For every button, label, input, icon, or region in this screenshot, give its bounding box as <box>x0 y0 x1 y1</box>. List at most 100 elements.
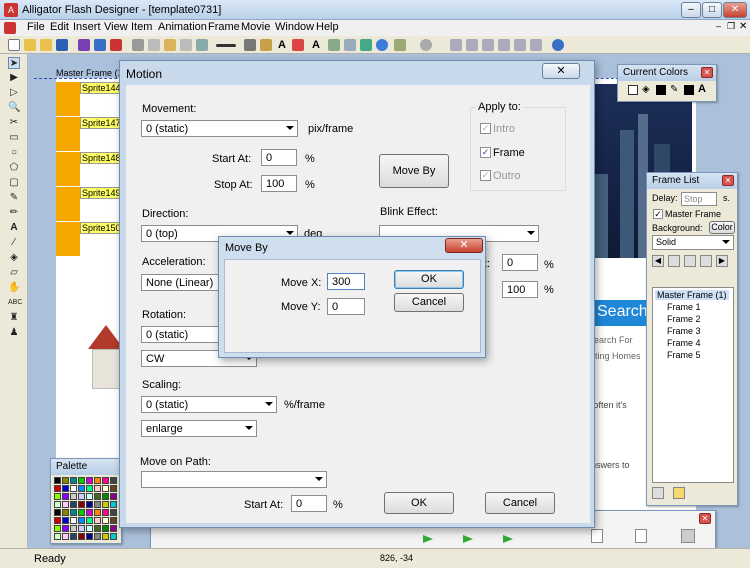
path-start-at-input[interactable]: 0 <box>291 495 327 512</box>
movement-select[interactable]: 0 (static) <box>141 120 298 137</box>
play-icon[interactable] <box>503 535 513 543</box>
menu-help[interactable]: Help <box>316 21 339 33</box>
font-color-icon[interactable]: A <box>698 83 706 95</box>
open-folder-icon[interactable] <box>40 39 52 51</box>
menu-edit[interactable]: Edit <box>50 21 69 33</box>
palette-swatch[interactable] <box>70 485 77 492</box>
sprite-block[interactable] <box>56 82 80 116</box>
palette-swatch[interactable] <box>78 509 85 516</box>
preview-icon[interactable] <box>78 39 90 51</box>
palette-swatch[interactable] <box>54 477 61 484</box>
ellipse-tool-icon[interactable]: ○ <box>8 147 20 159</box>
palette-swatch[interactable] <box>62 509 69 516</box>
tools-icon[interactable] <box>681 529 695 543</box>
cut-icon[interactable] <box>132 39 144 51</box>
palette-swatch[interactable] <box>78 525 85 532</box>
delete-icon[interactable] <box>180 39 192 51</box>
palette-swatch[interactable] <box>54 517 61 524</box>
palette-swatch[interactable] <box>62 517 69 524</box>
add-frame-icon[interactable] <box>668 255 680 267</box>
frame-down-icon[interactable] <box>673 487 685 499</box>
sound-icon[interactable] <box>360 39 372 51</box>
help-icon[interactable] <box>552 39 564 51</box>
palette-swatch[interactable] <box>94 493 101 500</box>
minimize-button[interactable]: – <box>681 2 701 18</box>
group-icon[interactable] <box>244 39 256 51</box>
new-icon[interactable] <box>8 39 20 51</box>
menu-file[interactable]: File <box>27 21 45 33</box>
pen-icon[interactable]: ✎ <box>670 84 678 95</box>
link-icon[interactable] <box>292 39 304 51</box>
menu-insert[interactable]: Insert <box>73 21 101 33</box>
align-left-icon[interactable] <box>450 39 462 51</box>
motion-ok-button[interactable]: OK <box>384 492 454 514</box>
palette-swatch[interactable] <box>54 501 61 508</box>
color-swatch-grid[interactable] <box>54 477 120 541</box>
menu-item[interactable]: Item <box>131 21 152 33</box>
align-right-icon[interactable] <box>482 39 494 51</box>
menu-frame[interactable]: Frame <box>208 21 240 33</box>
color-button[interactable]: Color <box>709 221 735 234</box>
open-icon[interactable] <box>24 39 36 51</box>
stamp-tool-icon[interactable]: ♜ <box>8 312 20 324</box>
copy-frame-icon[interactable] <box>684 255 696 267</box>
palette-swatch[interactable] <box>78 517 85 524</box>
menu-view[interactable]: View <box>104 21 128 33</box>
hand-tool-icon[interactable]: ✋ <box>8 282 20 294</box>
frame-list-item[interactable]: Frame 1 <box>667 302 701 312</box>
copy-icon[interactable] <box>148 39 160 51</box>
palette-swatch[interactable] <box>102 509 109 516</box>
palette-swatch[interactable] <box>62 493 69 500</box>
palette-swatch[interactable] <box>54 533 61 540</box>
line-width-icon[interactable] <box>216 44 236 47</box>
palette-swatch[interactable] <box>62 525 69 532</box>
frame-list-item[interactable]: Frame 2 <box>667 314 701 324</box>
palette-swatch[interactable] <box>70 501 77 508</box>
palette-swatch[interactable] <box>86 533 93 540</box>
stroke-color-swatch[interactable] <box>628 85 638 95</box>
palette-swatch[interactable] <box>110 533 117 540</box>
move-y-input[interactable]: 0 <box>327 298 365 315</box>
fill-color-swatch[interactable] <box>656 85 666 95</box>
palette-swatch[interactable] <box>102 493 109 500</box>
zoom-tool-icon[interactable]: 🔍 <box>8 102 20 114</box>
last-frame-icon[interactable]: ▶ <box>716 255 728 267</box>
sprite-label[interactable]: Sprite149 <box>80 187 123 199</box>
fill-tool-icon[interactable]: ◈ <box>8 252 20 264</box>
scaling-mode-select[interactable]: enlarge <box>141 420 257 437</box>
effects-icon[interactable] <box>328 39 340 51</box>
palette-swatch[interactable] <box>110 517 117 524</box>
text-color-swatch[interactable] <box>684 85 694 95</box>
frame-icon[interactable] <box>344 39 356 51</box>
palette-swatch[interactable] <box>70 493 77 500</box>
select-tool-icon[interactable]: ➤ <box>8 57 20 69</box>
master-frame-checkbox[interactable]: ✓ <box>653 209 663 219</box>
maximize-button[interactable]: □ <box>702 2 722 18</box>
document-icon[interactable] <box>635 529 647 543</box>
fill-bucket-icon[interactable]: ◈ <box>642 84 650 95</box>
mdi-restore-icon[interactable]: ❐ <box>727 21 735 32</box>
play-icon[interactable] <box>423 535 433 543</box>
mdi-close-icon[interactable]: ✕ <box>739 21 747 32</box>
palette-swatch[interactable] <box>94 525 101 532</box>
move-x-input[interactable]: 300 <box>327 273 365 290</box>
sprite-block[interactable] <box>56 187 80 221</box>
play-icon[interactable] <box>463 535 473 543</box>
brush-tool-icon[interactable]: ✎ <box>8 192 20 204</box>
globe-icon[interactable] <box>376 39 388 51</box>
palette-swatch[interactable] <box>86 501 93 508</box>
palette-swatch[interactable] <box>54 525 61 532</box>
palette-swatch[interactable] <box>94 501 101 508</box>
save-icon[interactable] <box>56 39 68 51</box>
pencil-tool-icon[interactable]: ✏ <box>8 207 20 219</box>
move-on-path-select[interactable] <box>141 471 327 488</box>
move-by-cancel-button[interactable]: Cancel <box>394 293 464 312</box>
motion-cancel-button[interactable]: Cancel <box>485 492 555 514</box>
move-by-button[interactable]: Move By <box>379 154 449 188</box>
align-center-icon[interactable] <box>466 39 478 51</box>
frame-list-close-icon[interactable]: ✕ <box>722 175 734 186</box>
align-bottom-icon[interactable] <box>530 39 542 51</box>
palette-swatch[interactable] <box>102 485 109 492</box>
move-by-ok-button[interactable]: OK <box>394 270 464 289</box>
rotate-icon[interactable] <box>420 39 432 51</box>
